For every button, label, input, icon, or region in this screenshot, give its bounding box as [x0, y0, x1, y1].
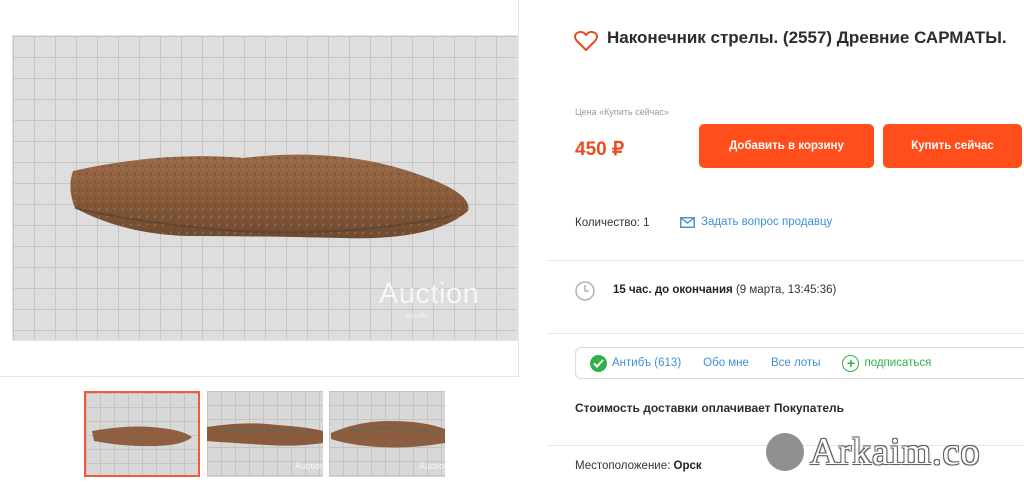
price: 450 ₽	[575, 139, 625, 160]
photo-watermark-sub: Антибъ	[405, 313, 429, 320]
thumbnail-image	[92, 426, 192, 447]
location: Местоположение: Орск	[575, 460, 702, 472]
about-seller-link[interactable]: Обо мне	[703, 357, 749, 369]
divider	[547, 333, 1024, 334]
seller-bar: Антибъ (613) Обо мне Все лоты + подписат…	[575, 347, 1024, 379]
location-value: Орск	[673, 460, 702, 472]
heart-icon[interactable]	[574, 30, 598, 52]
clock-icon	[575, 281, 595, 301]
thumb-watermark: Auction	[295, 461, 323, 471]
watermark-logo-icon	[766, 433, 804, 471]
divider	[547, 260, 1024, 261]
time-remaining: 15 час. до окончания	[613, 284, 733, 296]
product-title: Наконечник стрелы. (2557) Древние САРМАТ…	[607, 28, 1007, 47]
subscribe-label: подписаться	[864, 357, 932, 369]
site-watermark-text: Arkaim.co	[810, 431, 981, 473]
photo-divider	[0, 376, 519, 377]
check-icon	[590, 354, 607, 372]
location-label: Местоположение:	[575, 460, 671, 472]
site-watermark: Arkaim.co	[766, 430, 980, 474]
end-time: (9 марта, 13:45:36)	[735, 284, 837, 296]
thumb-watermark: Auction	[419, 461, 445, 471]
photo-watermark: Auction	[379, 278, 480, 310]
plus-icon: +	[842, 354, 860, 372]
delivery-info: Стоимость доставки оплачивает Покупатель	[575, 401, 844, 415]
ask-seller-label: Задать вопрос продавцу	[701, 216, 833, 228]
thumbnail-2[interactable]: Auction	[207, 391, 323, 477]
column-divider	[518, 0, 519, 376]
product-page: Auction Антибъ Auction Auction Наконечни…	[0, 0, 1024, 486]
add-to-cart-button[interactable]: Добавить в корзину	[699, 124, 874, 168]
quantity: Количество: 1	[575, 217, 650, 229]
thumbnail-1[interactable]	[84, 391, 200, 477]
seller-name-link[interactable]: Антибъ (613)	[590, 354, 682, 372]
envelope-icon	[680, 216, 695, 228]
auction-timer: 15 час. до окончания (9 марта, 13:45:36)	[613, 284, 836, 296]
all-lots-link[interactable]: Все лоты	[771, 357, 821, 369]
thumbnail-3[interactable]: Auction	[329, 391, 445, 477]
price-label: Цена «Купить сейчас»	[575, 107, 669, 117]
main-product-photo[interactable]: Auction Антибъ	[12, 35, 518, 341]
seller-name: Антибъ (613)	[612, 357, 682, 369]
buy-now-button[interactable]: Купить сейчас	[883, 124, 1022, 168]
ask-seller-link[interactable]: Задать вопрос продавцу	[680, 216, 832, 228]
subscribe-button[interactable]: + подписаться	[842, 354, 932, 372]
